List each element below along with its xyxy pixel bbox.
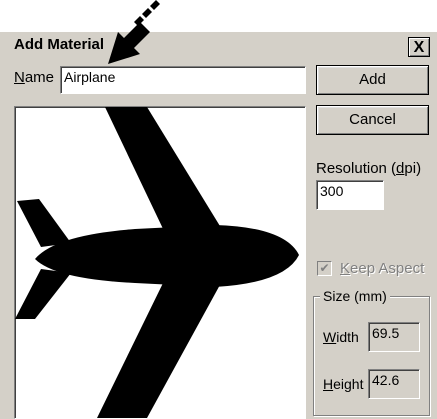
width-input[interactable]: 69.5 [368,322,420,352]
height-input[interactable]: 42.6 [368,369,420,399]
keep-aspect-checkbox[interactable]: ✔ [317,261,332,276]
width-label: Width [323,329,359,345]
resolution-label: Resolution (dpi) [316,160,422,177]
width-input-value: 69.5 [372,325,400,341]
title-bar: Add Material X [0,32,437,60]
airplane-silhouette-icon [15,107,299,418]
name-input-value: Airplane [64,69,116,85]
add-button-label: Add [359,71,386,88]
add-material-dialog: Add Material X Name Airplane Add Cancel [0,32,437,419]
checkmark-icon: ✔ [319,261,330,275]
cancel-button-label: Cancel [349,111,396,128]
material-preview [14,106,306,419]
size-group-label: Size (mm) [320,288,390,304]
dialog-title: Add Material [14,36,105,53]
cancel-button[interactable]: Cancel [316,105,429,135]
height-label: Height [323,376,364,392]
name-input[interactable]: Airplane [60,66,306,94]
size-groupbox: Size (mm) Width 69.5 Height 42.6 [313,288,430,416]
height-input-value: 42.6 [372,372,400,388]
keep-aspect-label: Keep Aspect [340,260,425,277]
resolution-input[interactable]: 300 [316,180,384,210]
close-button[interactable]: X [408,37,430,57]
close-icon: X [413,39,425,56]
resolution-input-value: 300 [320,183,344,199]
name-label: Name [14,69,55,86]
add-button[interactable]: Add [316,65,429,95]
